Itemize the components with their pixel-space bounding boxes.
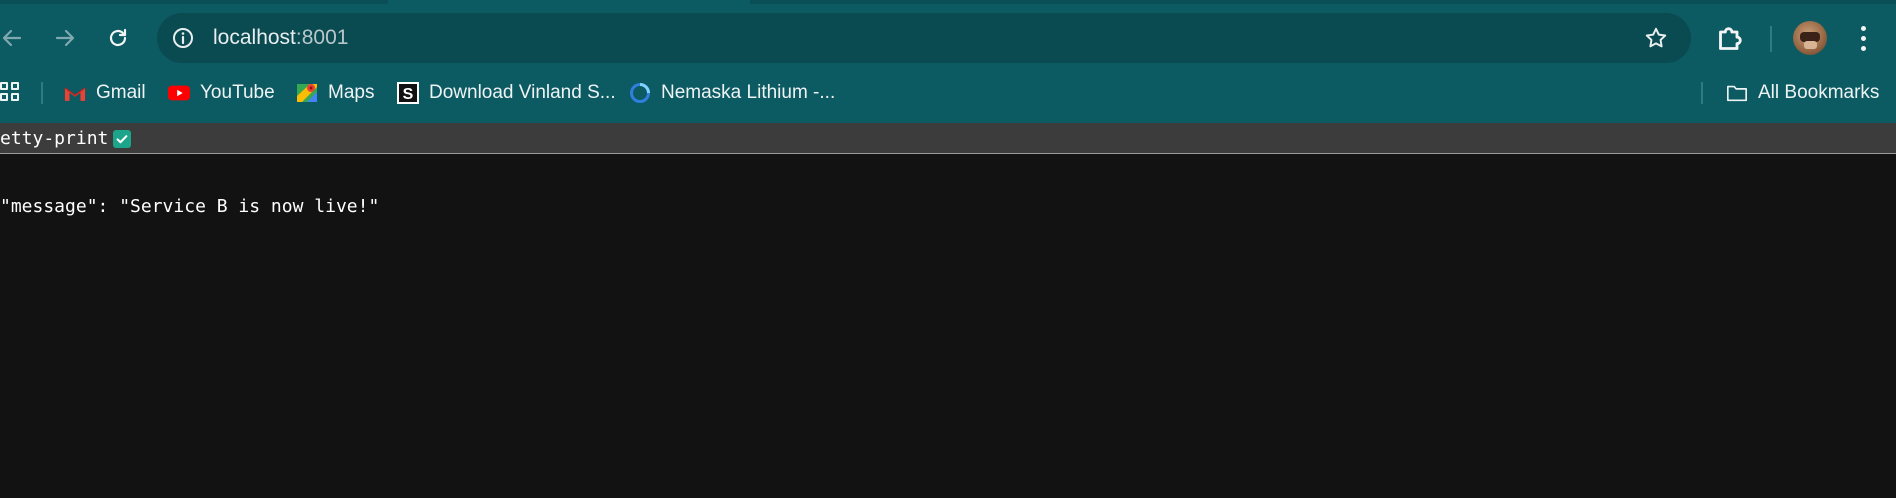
profile-avatar[interactable]: [1793, 21, 1827, 55]
bookmark-maps[interactable]: Maps: [296, 76, 374, 110]
pretty-print-label: etty-print: [0, 128, 109, 149]
apps-grid-icon[interactable]: [0, 82, 20, 104]
bookmark-label: Download Vinland S...: [429, 82, 616, 103]
forward-arrow-icon: [55, 29, 75, 47]
json-viewer-toolbar: etty-print: [0, 123, 1896, 154]
bookmark-label: Nemaska Lithium -...: [661, 82, 836, 103]
pretty-print-checkbox[interactable]: [113, 130, 131, 148]
youtube-icon: [168, 82, 190, 104]
tab-strip: [0, 0, 1896, 4]
browser-toolbar: localhost:8001: [0, 10, 1896, 66]
svg-text:S: S: [403, 86, 414, 103]
back-arrow-icon: [2, 29, 22, 47]
active-tab[interactable]: [388, 0, 750, 4]
json-content: "message": "Service B is now live!": [0, 196, 380, 217]
url-text[interactable]: localhost:8001: [213, 26, 348, 50]
site-info-icon[interactable]: [171, 26, 195, 50]
bookmarks-bar: Gmail YouTube Maps S Download Vinland S.…: [0, 76, 1896, 110]
forward-button[interactable]: [45, 18, 85, 58]
bookmarks-divider: [41, 82, 43, 104]
s-logo-icon: S: [397, 82, 419, 104]
bookmark-label: Gmail: [96, 82, 146, 103]
address-bar[interactable]: localhost:8001: [157, 13, 1691, 63]
bookmark-label: Maps: [328, 82, 375, 103]
reload-button[interactable]: [98, 18, 138, 58]
maps-icon: [296, 82, 318, 104]
back-button[interactable]: [0, 18, 32, 58]
browser-frame: localhost:8001 Gmail YouTube Maps S Down…: [0, 0, 1896, 123]
url-host: localhost: [213, 26, 296, 49]
bookmark-gmail[interactable]: Gmail: [64, 76, 146, 110]
toolbar-divider: [1770, 26, 1772, 52]
bookmarks-divider: [1701, 82, 1703, 104]
checkmark-icon: [116, 135, 128, 144]
url-port: :8001: [295, 26, 349, 49]
all-bookmarks-button[interactable]: All Bookmarks: [1726, 76, 1879, 110]
more-vert-icon[interactable]: [1853, 21, 1873, 55]
reload-icon: [109, 28, 127, 47]
circle-logo-icon: [629, 82, 651, 104]
all-bookmarks-label: All Bookmarks: [1758, 82, 1880, 103]
gmail-icon: [64, 82, 86, 104]
extensions-puzzle-icon[interactable]: [1713, 20, 1749, 56]
bookmark-star-icon[interactable]: [1643, 25, 1669, 51]
bookmark-youtube[interactable]: YouTube: [168, 76, 275, 110]
bookmark-nemaska[interactable]: Nemaska Lithium -...: [629, 76, 835, 110]
bookmark-label: YouTube: [200, 82, 275, 103]
bookmark-vinland[interactable]: S Download Vinland S...: [397, 76, 616, 110]
folder-icon: [1726, 82, 1748, 104]
